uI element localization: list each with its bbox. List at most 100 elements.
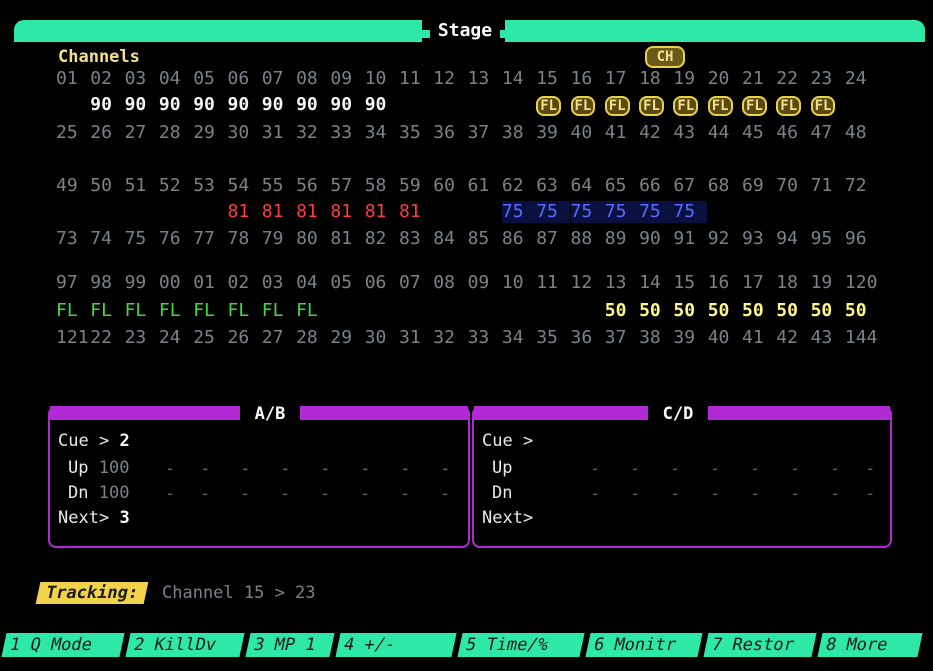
channel-number[interactable]: 40	[708, 327, 742, 349]
channel-level[interactable]: FL	[159, 300, 193, 322]
channel-number[interactable]: 121	[56, 327, 90, 349]
channel-number[interactable]: 68	[708, 175, 742, 197]
channel-number[interactable]: 02	[90, 68, 124, 90]
channel-number[interactable]: 92	[708, 228, 742, 250]
channel-level[interactable]: FL	[742, 94, 776, 116]
channel-level[interactable]: 75	[639, 201, 674, 223]
channel-number[interactable]: 40	[571, 122, 605, 144]
channel-number[interactable]: 76	[159, 228, 193, 250]
channel-number[interactable]: 80	[296, 228, 330, 250]
channel-level[interactable]: 75	[536, 201, 571, 223]
channel-number[interactable]: 24	[159, 327, 193, 349]
channel-level[interactable]: FL	[536, 94, 570, 116]
channel-number[interactable]: 12	[571, 272, 605, 294]
channel-number[interactable]: 71	[811, 175, 845, 197]
channel-level[interactable]: 50	[673, 300, 707, 322]
channel-number[interactable]: 17	[605, 68, 639, 90]
channel-number[interactable]: 55	[262, 175, 296, 197]
channel-number[interactable]: 43	[673, 122, 707, 144]
channel-number[interactable]: 39	[673, 327, 707, 349]
channel-number[interactable]: 35	[399, 122, 433, 144]
channel-level[interactable]: 50	[811, 300, 845, 322]
channel-number[interactable]: 46	[776, 122, 810, 144]
channel-level[interactable]: FL	[639, 94, 673, 116]
channel-number[interactable]: 43	[811, 327, 845, 349]
channel-number[interactable]: 25	[56, 122, 90, 144]
channel-level[interactable]: 50	[605, 300, 639, 322]
channel-number[interactable]: 27	[125, 122, 159, 144]
channel-number[interactable]: 44	[708, 122, 742, 144]
channel-level[interactable]: 50	[776, 300, 810, 322]
channel-number[interactable]: 33	[330, 122, 364, 144]
channel-number[interactable]: 00	[159, 272, 193, 294]
channel-number[interactable]: 99	[125, 272, 159, 294]
channel-number[interactable]: 23	[811, 68, 845, 90]
channel-number[interactable]: 12	[433, 68, 467, 90]
channel-number[interactable]: 98	[90, 272, 124, 294]
channel-number[interactable]: 93	[742, 228, 776, 250]
channel-level[interactable]: 50	[742, 300, 776, 322]
channel-number[interactable]: 04	[296, 272, 330, 294]
channel-number[interactable]: 21	[742, 68, 776, 90]
channel-level[interactable]: 81	[262, 201, 296, 223]
channel-number[interactable]: 20	[708, 68, 742, 90]
channel-number[interactable]: 04	[159, 68, 193, 90]
channel-number[interactable]: 39	[536, 122, 570, 144]
channel-number[interactable]: 30	[228, 122, 262, 144]
channel-level[interactable]: FL	[262, 300, 296, 322]
channel-number[interactable]: 15	[673, 272, 707, 294]
channel-number[interactable]: 64	[571, 175, 605, 197]
channel-level[interactable]: FL	[125, 300, 159, 322]
channel-number[interactable]: 28	[296, 327, 330, 349]
channel-level[interactable]: 75	[570, 201, 605, 223]
channel-number[interactable]: 02	[228, 272, 262, 294]
softkey-8[interactable]: 8 More	[817, 633, 923, 657]
channel-level[interactable]: FL	[810, 94, 845, 116]
channel-number[interactable]: 59	[399, 175, 433, 197]
channel-number[interactable]: 65	[605, 175, 639, 197]
channel-number[interactable]: 19	[811, 272, 845, 294]
channel-number[interactable]: 14	[502, 68, 536, 90]
channel-number[interactable]: 31	[399, 327, 433, 349]
channel-number[interactable]: 28	[159, 122, 193, 144]
channel-number[interactable]: 24	[845, 68, 879, 90]
channel-number[interactable]: 95	[811, 228, 845, 250]
channel-level[interactable]: 90	[193, 94, 227, 116]
channel-level[interactable]: 90	[228, 94, 262, 116]
channel-number[interactable]: 41	[605, 122, 639, 144]
channel-number[interactable]: 120	[845, 272, 879, 294]
channel-number[interactable]: 84	[433, 228, 467, 250]
channel-number[interactable]: 77	[193, 228, 227, 250]
ab-up-value[interactable]: 100	[99, 458, 130, 478]
channel-number[interactable]: 47	[811, 122, 845, 144]
channel-number[interactable]: 05	[193, 68, 227, 90]
channel-number[interactable]: 17	[742, 272, 776, 294]
softkey-5[interactable]: 5 Time/%	[457, 633, 585, 657]
channel-level[interactable]: 50	[708, 300, 742, 322]
softkey-4[interactable]: 4 +/-	[335, 633, 457, 657]
channel-number[interactable]: 13	[468, 68, 502, 90]
ab-next-value[interactable]: 3	[119, 508, 129, 528]
channel-number[interactable]: 22	[90, 327, 124, 349]
channel-number[interactable]: 10	[502, 272, 536, 294]
channel-number[interactable]: 75	[125, 228, 159, 250]
channel-level[interactable]: FL	[570, 94, 605, 116]
channel-number[interactable]: 32	[433, 327, 467, 349]
channel-level[interactable]: FL	[776, 94, 810, 116]
channel-number[interactable]: 88	[571, 228, 605, 250]
channel-number[interactable]: 66	[639, 175, 673, 197]
channel-number[interactable]: 45	[742, 122, 776, 144]
channel-number[interactable]: 08	[433, 272, 467, 294]
channel-level[interactable]: 81	[228, 201, 262, 223]
channel-number[interactable]: 97	[56, 272, 90, 294]
ab-cue-value[interactable]: 2	[119, 431, 129, 451]
channel-number[interactable]: 27	[262, 327, 296, 349]
channel-level[interactable]: 90	[90, 94, 124, 116]
channel-number[interactable]: 34	[365, 122, 399, 144]
channel-number[interactable]: 25	[193, 327, 227, 349]
channel-number[interactable]: 34	[502, 327, 536, 349]
channel-number[interactable]: 37	[605, 327, 639, 349]
channel-number[interactable]: 51	[125, 175, 159, 197]
channel-number[interactable]: 18	[776, 272, 810, 294]
channel-number[interactable]: 13	[605, 272, 639, 294]
